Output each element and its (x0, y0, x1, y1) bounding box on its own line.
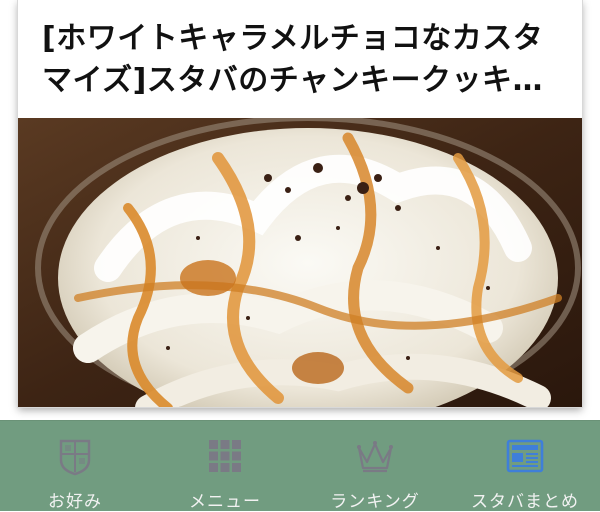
newspaper-icon (506, 439, 544, 473)
tab-starbucks-summary-label: スタバまとめ (471, 492, 579, 512)
tab-ranking-label: ランキング (330, 492, 420, 512)
app-screen: [ホワイトキャラメルチョコなカスタマイズ]スタバのチャンキークッキ… お好み メ… (0, 0, 600, 512)
crown-icon (357, 441, 393, 473)
tab-favorites[interactable]: お好み (0, 421, 150, 512)
article-card[interactable]: [ホワイトキャラメルチョコなカスタマイズ]スタバのチャンキークッキ… (18, 0, 582, 407)
tab-ranking[interactable]: ランキング (300, 421, 450, 512)
grid-menu-icon (209, 440, 241, 472)
tab-menu[interactable]: メニュー (150, 421, 300, 512)
tab-starbucks-summary[interactable]: スタバまとめ (450, 421, 600, 512)
tab-favorites-label: お好み (48, 492, 102, 512)
article-thumbnail[interactable] (18, 118, 582, 407)
tab-menu-label: メニュー (189, 492, 261, 512)
shield-icon (59, 439, 91, 476)
article-title[interactable]: [ホワイトキャラメルチョコなカスタマイズ]スタバのチャンキークッキ… (42, 18, 562, 102)
bottom-tab-bar: お好み メニュー ランキング スタバまとめ (0, 420, 600, 512)
